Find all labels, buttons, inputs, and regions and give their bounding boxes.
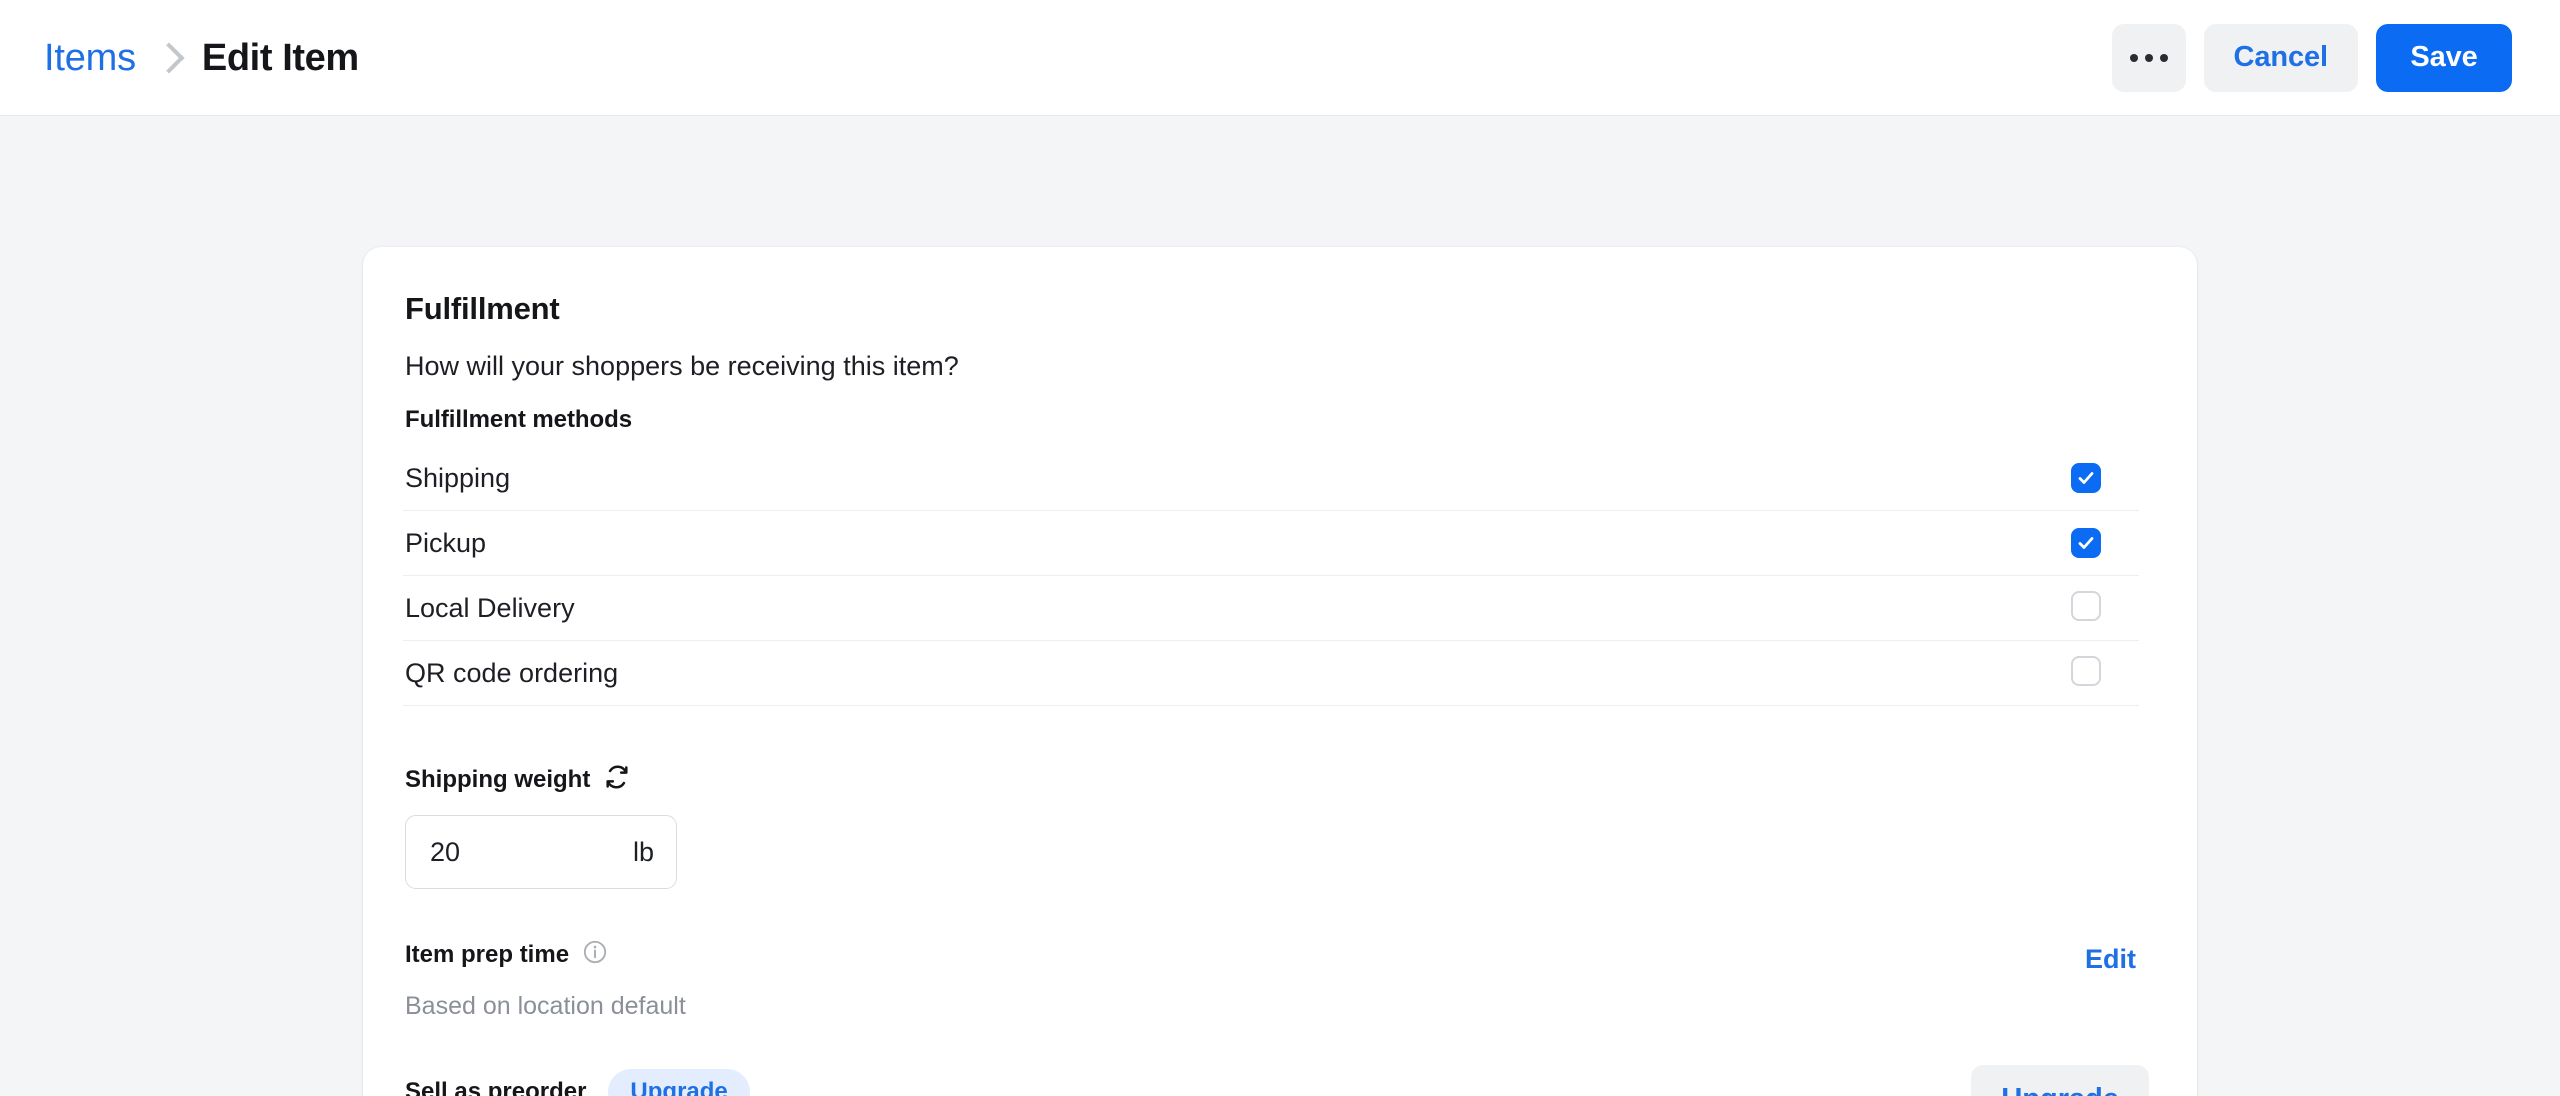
fulfillment-row-shipping[interactable]: Shipping [403, 446, 2139, 511]
fulfillment-methods-list: Shipping Pickup Local Delivery QR code o… [403, 446, 2139, 706]
upgrade-button[interactable]: Upgrade [1971, 1065, 2149, 1096]
checkbox-wrap [2071, 528, 2101, 558]
fulfillment-row-local-delivery[interactable]: Local Delivery [403, 576, 2139, 641]
top-bar-actions: Cancel Save [2111, 23, 2512, 92]
fulfillment-row-label: Pickup [405, 527, 487, 558]
breadcrumb-link-items[interactable]: Items [44, 39, 136, 77]
edit-prep-time-link[interactable]: Edit [2085, 944, 2136, 975]
top-bar: Items Edit Item Cancel Save [0, 0, 2560, 116]
sync-icon[interactable] [604, 764, 630, 795]
more-options-button[interactable] [2111, 23, 2186, 92]
item-prep-time-block: Item prep time Based on location default… [403, 939, 2139, 1021]
fulfillment-row-qr-code-ordering[interactable]: QR code ordering [403, 641, 2139, 706]
save-button[interactable]: Save [2376, 23, 2512, 92]
fulfillment-row-label: Shipping [405, 462, 511, 493]
shipping-weight-label: Shipping weight [405, 765, 591, 793]
fulfillment-card: Fulfillment How will your shoppers be re… [363, 247, 2197, 1096]
checkbox-wrap [2071, 463, 2101, 493]
checkbox-shipping[interactable] [2071, 463, 2101, 493]
checkbox-wrap [2071, 655, 2101, 691]
checkbox-pickup[interactable] [2071, 528, 2101, 558]
breadcrumb: Items Edit Item [44, 39, 359, 77]
sell-as-preorder-label: Sell as preorder [405, 1078, 587, 1096]
info-icon[interactable] [582, 939, 608, 970]
fulfillment-row-pickup[interactable]: Pickup [403, 511, 2139, 576]
checkbox-local-delivery[interactable] [2071, 590, 2101, 621]
item-prep-time-label: Item prep time [405, 940, 570, 968]
shipping-weight-label-row: Shipping weight [405, 764, 2139, 795]
shipping-weight-value: 20 [430, 836, 461, 867]
shipping-weight-input[interactable]: 20 lb [405, 815, 677, 889]
upgrade-badge[interactable]: Upgrade [608, 1069, 750, 1096]
shipping-weight-block: Shipping weight 20 lb [403, 764, 2139, 889]
page-body: Fulfillment How will your shoppers be re… [0, 116, 2560, 1096]
shipping-weight-unit: lb [632, 836, 654, 867]
check-icon [2078, 472, 2094, 484]
checkbox-wrap [2071, 590, 2101, 626]
chevron-right-icon [153, 41, 185, 74]
sell-as-preorder-head: Sell as preorder Upgrade [405, 1069, 2139, 1096]
card-title: Fulfillment [405, 291, 560, 326]
fulfillment-row-label: Local Delivery [405, 592, 575, 623]
checkbox-qr-code-ordering[interactable] [2071, 655, 2101, 686]
fulfillment-methods-label: Fulfillment methods [405, 406, 633, 433]
sell-as-preorder-block: Sell as preorder Upgrade Customers can p… [403, 1065, 2149, 1096]
check-icon [2078, 537, 2094, 549]
ellipsis-icon [2129, 53, 2168, 62]
item-prep-time-head: Item prep time [405, 939, 2139, 970]
fulfillment-row-label: QR code ordering [405, 657, 619, 688]
cancel-button[interactable]: Cancel [2203, 23, 2358, 92]
item-prep-time-description: Based on location default [405, 992, 686, 1020]
page-title: Edit Item [201, 36, 359, 79]
card-subtitle: How will your shoppers be receiving this… [405, 351, 959, 381]
